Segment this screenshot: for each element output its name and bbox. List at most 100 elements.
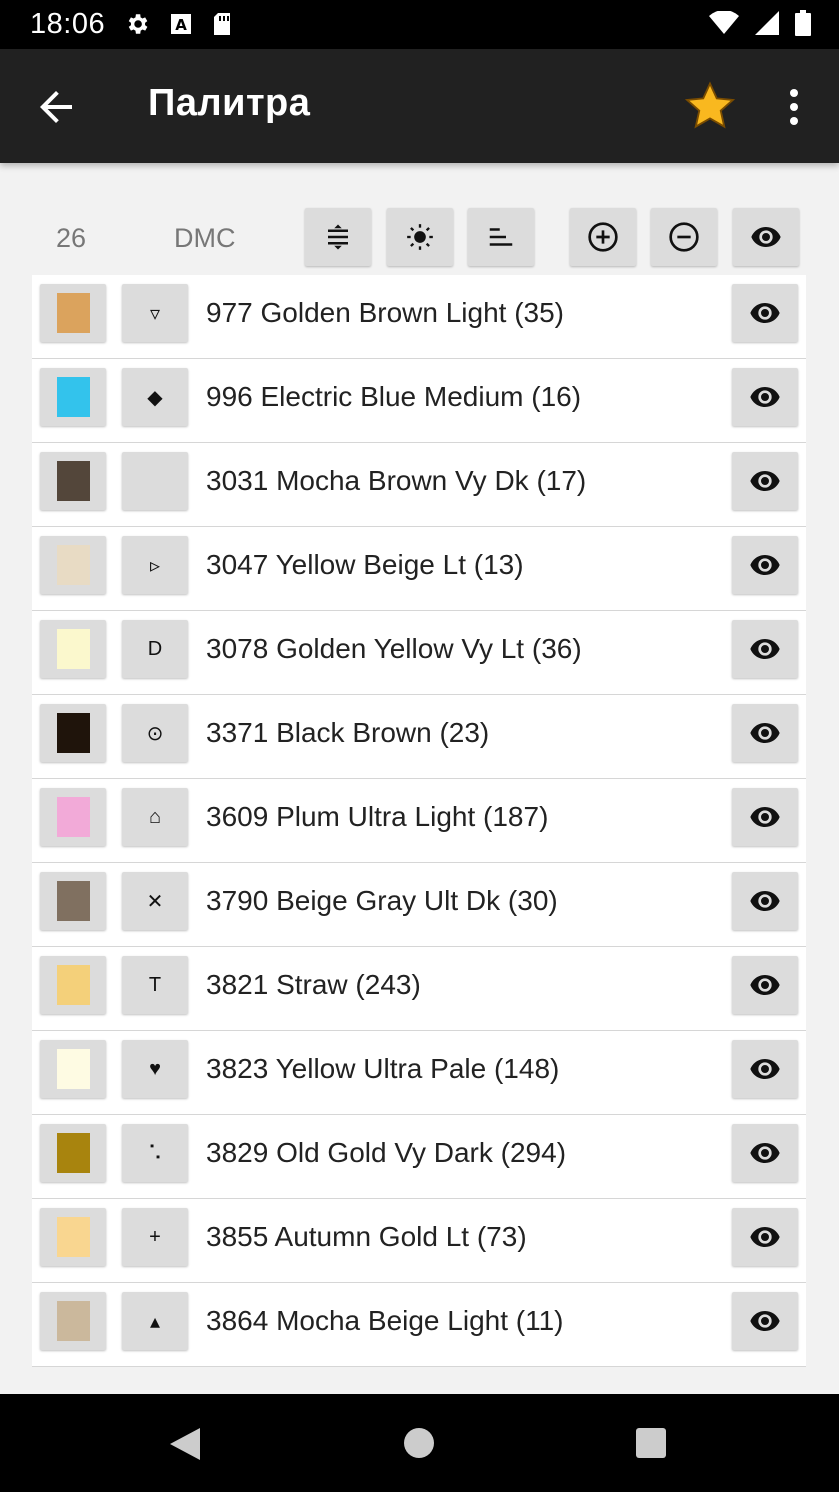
palette-list: ▿ 977 Golden Brown Light (35) ◆ 996 Electri… [32,275,806,1367]
list-item[interactable]: ✕ 3790 Beige Gray Ult Dk (30) [32,863,806,947]
eye-icon [750,639,780,659]
list-item[interactable]: ⌂ 3609 Plum Ultra Light (187) [32,779,806,863]
star-icon [684,81,736,129]
color-label: 3078 Golden Yellow Vy Lt (36) [206,633,582,664]
toggle-visibility-button[interactable] [732,1208,798,1266]
a-box-icon: A [171,14,191,34]
list-item[interactable]: D 3078 Golden Yellow Vy Lt (36) [32,611,806,695]
symbol-button[interactable]: ◆ [122,368,188,426]
color-swatch [56,293,90,333]
list-item[interactable]: ◆ 996 Electric Blue Medium (16) [32,359,806,443]
symbol-button[interactable]: ⌂ [122,788,188,846]
sort-by-brightness-button[interactable] [387,208,453,266]
eye-icon [750,555,780,575]
eye-icon [750,975,780,995]
color-swatch [56,1049,90,1089]
color-label: 996 Electric Blue Medium (16) [206,381,582,412]
recents-square-icon[interactable] [634,1426,668,1460]
home-circle-icon[interactable] [402,1426,436,1460]
wifi-icon [709,11,739,34]
color-swatch-button[interactable] [40,1208,106,1266]
list-item[interactable]: ⊙ 3371 Black Brown (23) [32,695,806,779]
sort-by-code-button[interactable] [305,208,371,266]
color-swatch-button[interactable] [40,620,106,678]
color-label: 3031 Mocha Brown Vy Dk (17) [206,465,587,496]
color-label: 3047 Yellow Beige Lt (13) [206,549,524,580]
toggle-visibility-button[interactable] [732,704,798,762]
overflow-menu-button[interactable] [780,83,808,131]
sort-by-count-icon [489,228,513,246]
symbol-button[interactable]: ⠡ [122,1124,188,1182]
symbol-button[interactable]: ♥ [122,1040,188,1098]
page-title: Палитра [148,82,311,124]
navigation-bar [0,1394,839,1492]
color-label: 3823 Yellow Ultra Pale (148) [206,1053,560,1084]
color-swatch-button[interactable] [40,452,106,510]
toggle-visibility-button[interactable] [732,284,798,342]
color-swatch [56,1301,90,1341]
list-item[interactable]: ⠡ 3829 Old Gold Vy Dark (294) [32,1115,806,1199]
list-item[interactable]: ▴ 3864 Mocha Beige Light (11) [32,1283,806,1367]
list-item[interactable]: T 3821 Straw (243) [32,947,806,1031]
color-swatch-button[interactable] [40,1040,106,1098]
symbol-button[interactable] [122,452,188,510]
gear-icon [128,14,148,34]
color-label: 3371 Black Brown (23) [206,717,490,748]
add-color-button[interactable] [570,208,636,266]
toggle-visibility-button[interactable] [732,620,798,678]
color-swatch [56,713,90,753]
favorite-button[interactable] [682,79,738,135]
symbol-button[interactable]: D [122,620,188,678]
toggle-visibility-button[interactable] [732,368,798,426]
remove-color-button[interactable] [651,208,717,266]
color-swatch [56,377,90,417]
color-label: 3864 Mocha Beige Light (11) [206,1305,564,1336]
color-swatch [56,797,90,837]
eye-icon [751,227,781,247]
symbol-button[interactable]: + [122,1208,188,1266]
list-item[interactable]: ▿ 977 Golden Brown Light (35) [32,275,806,359]
toggle-visibility-button[interactable] [732,1124,798,1182]
battery-icon [795,10,811,36]
color-swatch-button[interactable] [40,788,106,846]
color-swatch-button[interactable] [40,1124,106,1182]
toggle-visibility-button[interactable] [732,452,798,510]
toggle-visibility-button[interactable] [732,1040,798,1098]
back-button[interactable] [32,83,80,131]
toggle-visibility-button[interactable] [732,872,798,930]
eye-icon [750,891,780,911]
toggle-all-visibility-button[interactable] [733,208,799,266]
toggle-visibility-button[interactable] [732,1292,798,1350]
color-swatch [56,1133,90,1173]
color-swatch-button[interactable] [40,1292,106,1350]
add-circle-icon [588,222,618,252]
color-swatch-button[interactable] [40,368,106,426]
symbol-button[interactable]: ▹ [122,536,188,594]
symbol-button[interactable]: ⊙ [122,704,188,762]
symbol-button[interactable]: ✕ [122,872,188,930]
sort-by-code-icon [328,224,348,250]
color-swatch-button[interactable] [40,872,106,930]
color-swatch-button[interactable] [40,956,106,1014]
color-swatch-button[interactable] [40,536,106,594]
symbol-button[interactable]: ▿ [122,284,188,342]
list-item[interactable]: ♥ 3823 Yellow Ultra Pale (148) [32,1031,806,1115]
sort-by-count-button[interactable] [468,208,534,266]
list-item[interactable]: 3031 Mocha Brown Vy Dk (17) [32,443,806,527]
color-swatch-button[interactable] [40,704,106,762]
brand-label[interactable]: DMC [174,223,236,254]
toggle-visibility-button[interactable] [732,536,798,594]
symbol-button[interactable]: T [122,956,188,1014]
back-triangle-icon[interactable] [168,1426,202,1462]
toggle-visibility-button[interactable] [732,956,798,1014]
eye-icon [750,1143,780,1163]
symbol-button[interactable]: ▴ [122,1292,188,1350]
sort-by-brightness-icon [407,224,433,250]
toggle-visibility-button[interactable] [732,788,798,846]
eye-icon [750,1059,780,1079]
list-item[interactable]: +3855 Autumn Gold Lt (73) [32,1199,806,1283]
eye-icon [750,387,780,407]
list-item[interactable]: ▹ 3047 Yellow Beige Lt (13) [32,527,806,611]
color-label: 3829 Old Gold Vy Dark (294) [206,1137,567,1168]
color-swatch-button[interactable] [40,284,106,342]
